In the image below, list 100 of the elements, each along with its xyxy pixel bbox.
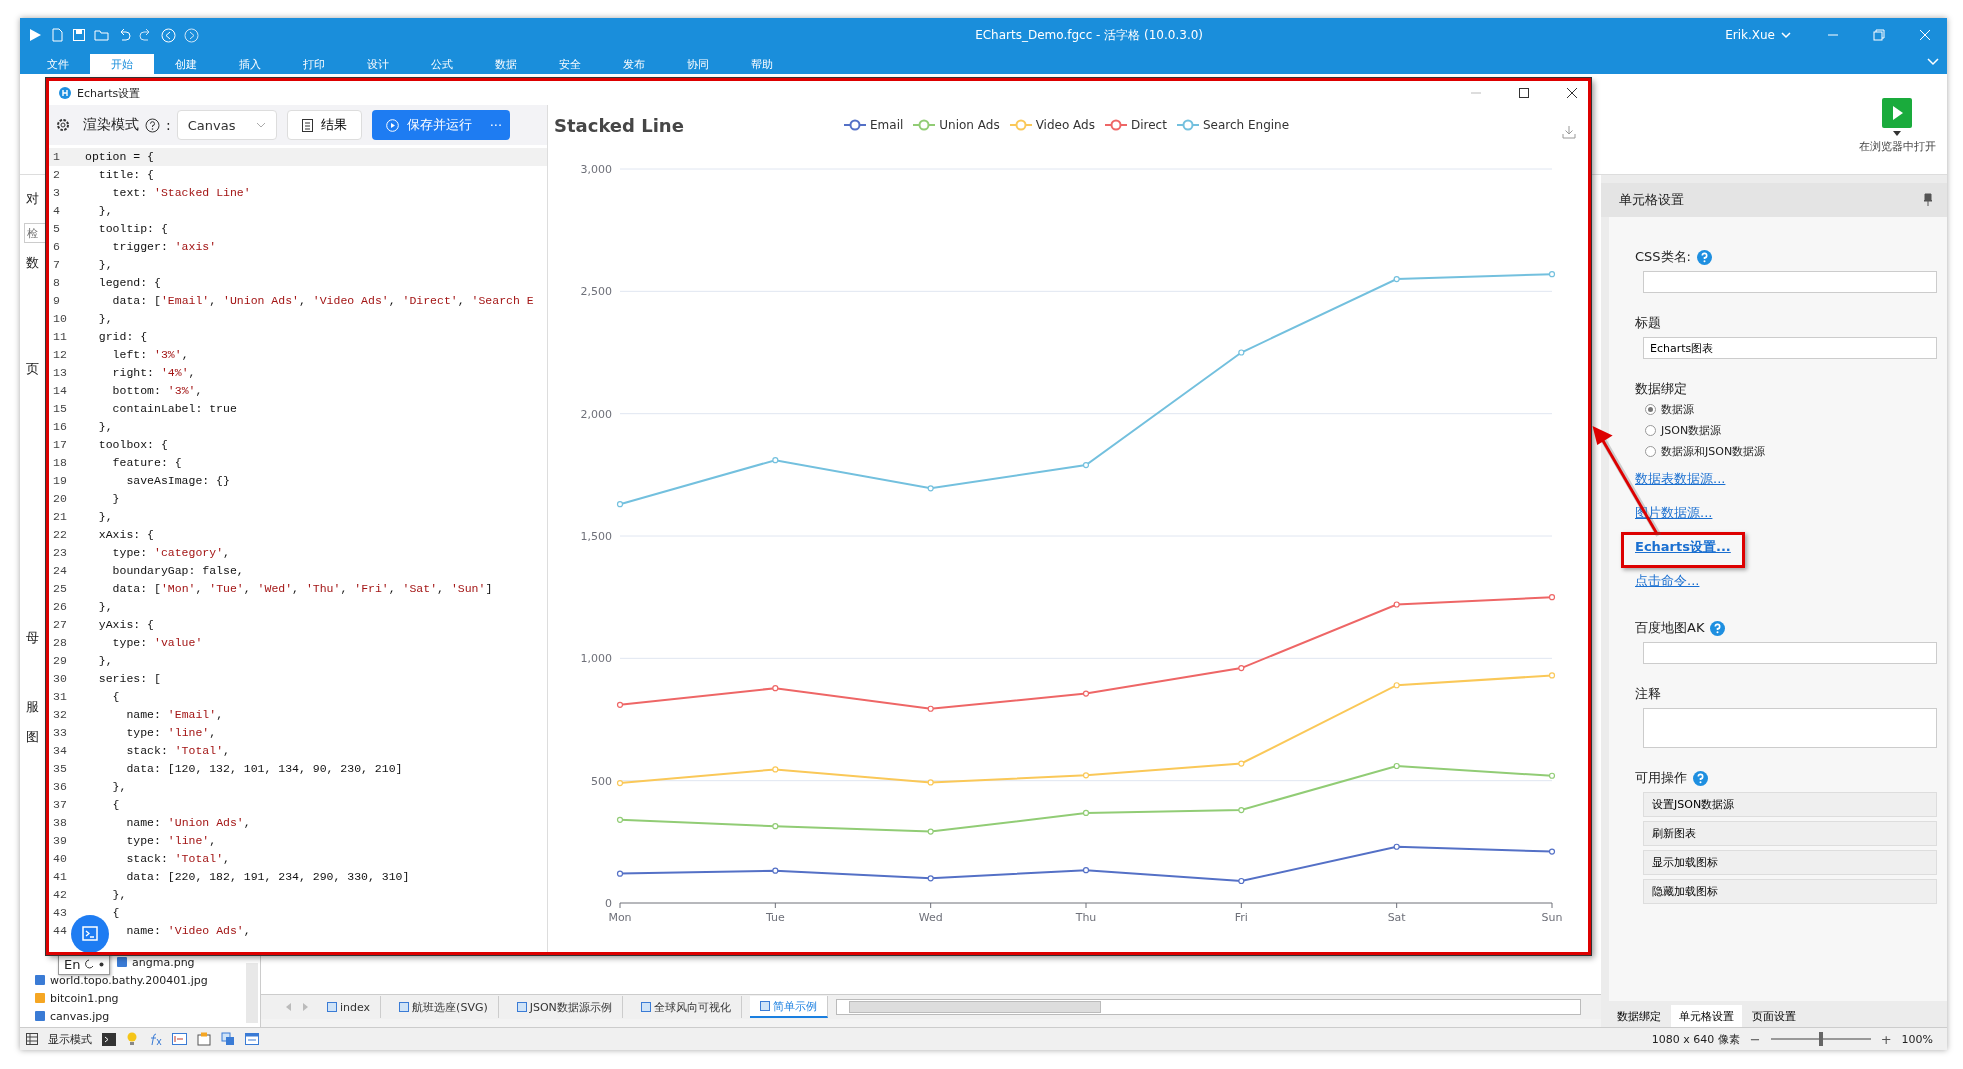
line-number: 40 — [52, 851, 68, 867]
x-tick-label: Fri — [1234, 911, 1248, 924]
line-number: 11 — [52, 329, 68, 345]
x-tick-label: Sun — [1541, 911, 1563, 924]
line-number: 39 — [52, 833, 68, 849]
mode-label: 渲染模式 — [83, 116, 139, 134]
code-line: name: 'Video Ads', — [125, 923, 251, 939]
x-tick-label: Sat — [1387, 911, 1406, 924]
line-number: 5 — [52, 221, 61, 237]
code-line: trigger: 'axis' — [111, 239, 217, 255]
code-line: { — [111, 905, 120, 921]
y-tick-label: 2,000 — [580, 407, 612, 421]
line-number: 28 — [52, 635, 68, 651]
y-tick-label: 1,500 — [580, 530, 612, 543]
run-label: 在浏览器中打开 — [1858, 139, 1936, 154]
code-line: grid: { — [97, 329, 148, 345]
line-number: 31 — [52, 689, 68, 705]
line-number: 1 — [52, 149, 61, 165]
code-line: }, — [97, 203, 113, 219]
code-line: type: 'line', — [125, 833, 217, 849]
x-tick-label: Wed — [918, 911, 943, 924]
code-line: }, — [111, 779, 127, 795]
code-line: boundaryGap: false, — [111, 563, 244, 579]
line-number: 27 — [52, 617, 68, 633]
code-line: text: 'Stacked Line' — [111, 185, 251, 201]
code-line: type: 'value' — [111, 635, 203, 651]
line-number: 37 — [52, 797, 68, 813]
code-line: }, — [97, 509, 113, 525]
line-number: 2 — [52, 167, 61, 183]
ime-label: En — [64, 956, 81, 972]
field-label: 百度地图AK — [1635, 619, 1705, 637]
code-line: }, — [97, 257, 113, 273]
line-number: 20 — [52, 491, 68, 507]
code-line: yAxis: { — [97, 617, 154, 633]
code-line: left: '3%', — [111, 347, 189, 363]
line-number: 21 — [52, 509, 68, 525]
code-line: }, — [97, 653, 113, 669]
panel-title: 单元格设置 — [1619, 191, 1684, 209]
line-number: 38 — [52, 815, 68, 831]
code-line: }, — [97, 599, 113, 615]
line-number: 29 — [52, 653, 68, 669]
code-line: name: 'Union Ads', — [125, 815, 251, 831]
line-number: 6 — [52, 239, 61, 255]
code-line: }, — [97, 311, 113, 327]
line-number: 15 — [52, 401, 68, 417]
line-number: 14 — [52, 383, 68, 399]
code-line: }, — [97, 419, 113, 435]
line-number: 12 — [52, 347, 68, 363]
line-number: 25 — [52, 581, 68, 597]
line-number: 24 — [52, 563, 68, 579]
line-number: 16 — [52, 419, 68, 435]
y-tick-label: 500 — [591, 774, 612, 788]
code-line: saveAsImage: {} — [125, 473, 230, 489]
line-number: 41 — [52, 869, 68, 885]
line-number: 7 — [52, 257, 61, 273]
y-tick-label: 3,000 — [580, 163, 612, 176]
line-number: 35 — [52, 761, 68, 777]
line-number: 23 — [52, 545, 68, 561]
code-line: bottom: '3%', — [111, 383, 203, 399]
code-line: xAxis: { — [97, 527, 154, 543]
line-number: 19 — [52, 473, 68, 489]
code-line: toolbox: { — [97, 437, 168, 453]
code-line: right: '4%', — [111, 365, 196, 381]
line-number: 32 — [52, 707, 68, 723]
field-label: 标题 — [1635, 314, 1661, 332]
line-number: 18 — [52, 455, 68, 471]
line-number: 8 — [52, 275, 61, 291]
line-number: 30 — [52, 671, 68, 687]
line-number: 22 — [52, 527, 68, 543]
code-line: name: 'Email', — [125, 707, 224, 723]
field-label: CSS类名: — [1635, 248, 1691, 266]
code-line: data: [120, 132, 101, 134, 90, 230, 210] — [125, 761, 403, 777]
code-line: data: ['Mon', 'Tue', 'Wed', 'Thu', 'Fri', 'Sat', 'Sun'] — [111, 581, 493, 597]
code-line: stack: 'Total', — [125, 851, 230, 867]
x-tick-label: Tue — [765, 911, 785, 924]
window-title: ECharts_Demo.fgcc - 活字格 (10.0.3.0) — [974, 26, 1204, 44]
code-line: series: [ — [97, 671, 161, 687]
code-line: containLabel: true — [111, 401, 237, 417]
code-line: { — [111, 797, 120, 813]
code-line: title: { — [97, 167, 154, 183]
y-tick-label: 0 — [605, 897, 612, 910]
field-label: 注释 — [1635, 685, 1661, 703]
line-number: 17 — [52, 437, 68, 453]
code-line: } — [111, 491, 120, 507]
y-tick-label: 2,500 — [580, 285, 612, 299]
line-number: 43 — [52, 905, 68, 921]
code-line: type: 'category', — [111, 545, 230, 561]
code-line: stack: 'Total', — [125, 743, 230, 759]
line-number: 34 — [52, 743, 68, 759]
dialog-title: Echarts设置 — [77, 85, 141, 101]
zoom-level: 100% — [1901, 1032, 1933, 1046]
line-number: 36 — [52, 779, 68, 795]
line-number: 3 — [52, 185, 61, 201]
code-line: legend: { — [97, 275, 161, 291]
line-number: 44 — [52, 923, 68, 939]
chart-title: Stacked Line — [554, 114, 685, 136]
code-line: { — [111, 689, 120, 705]
code-line: tooltip: { — [97, 221, 168, 237]
colon-label: : — [166, 117, 171, 133]
line-number: 42 — [52, 887, 68, 903]
